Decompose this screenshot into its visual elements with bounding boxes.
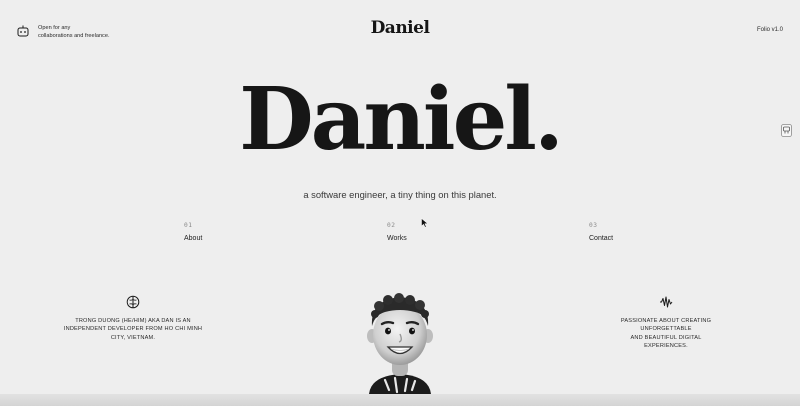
bio-block: TRONG DUONG (HE/HIM) AKA DAN IS AN INDEP… <box>63 295 203 342</box>
robot-icon <box>17 25 29 37</box>
nav-number: 01 <box>184 222 193 229</box>
nav-label: Works <box>387 235 407 242</box>
brain-icon <box>126 295 140 309</box>
availability-line: collaborations and freelance. <box>38 33 110 39</box>
availability-line: Open for any <box>38 25 71 31</box>
passion-line: EXPERIENCES. <box>644 343 688 350</box>
passion-line: AND BEAUTIFUL DIGITAL <box>630 334 702 341</box>
bio-line: INDEPENDENT DEVELOPER FROM HO CHI MINH <box>63 326 203 333</box>
nav-label: Contact <box>589 235 614 242</box>
availability-text: Open for any collaborations and freelanc… <box>38 24 128 40</box>
passion-block: PASSIONATE ABOUT CREATING UNFORGETTABLE … <box>596 295 736 351</box>
top-bar: Open for any collaborations and freelanc… <box>0 0 800 60</box>
passion-text: PASSIONATE ABOUT CREATING UNFORGETTABLE … <box>596 317 736 351</box>
passion-line: PASSIONATE ABOUT CREATING UNFORGETTABLE <box>620 318 712 333</box>
bio-line: TRONG DUONG (HE/HIM) AKA DAN IS AN <box>75 318 191 324</box>
bio-line: CITY, VIETNAM. <box>110 334 156 341</box>
version-label: Folio v1.0 <box>756 27 783 33</box>
hero-title: Daniel. <box>239 69 564 170</box>
nav-label: About <box>184 235 203 242</box>
avatar <box>367 293 433 394</box>
availability-status: Open for any collaborations and freelanc… <box>17 24 128 40</box>
nav-number: 03 <box>589 222 598 229</box>
cursor-icon <box>421 218 429 228</box>
site-logo[interactable]: Daniel <box>360 18 440 38</box>
nav-number: 02 <box>387 222 396 229</box>
nav-item-works[interactable]: 02 Works <box>387 222 407 242</box>
sound-wave-icon <box>660 296 673 308</box>
nav-item-contact[interactable]: 03 Contact <box>589 222 613 242</box>
tagline: a software engineer, a tiny thing on thi… <box>303 189 497 200</box>
nav-item-about[interactable]: 01 About <box>184 222 202 242</box>
chat-icon[interactable] <box>781 124 792 137</box>
bio-text: TRONG DUONG (HE/HIM) AKA DAN IS AN INDEP… <box>63 317 203 342</box>
floor-shadow <box>0 394 800 406</box>
